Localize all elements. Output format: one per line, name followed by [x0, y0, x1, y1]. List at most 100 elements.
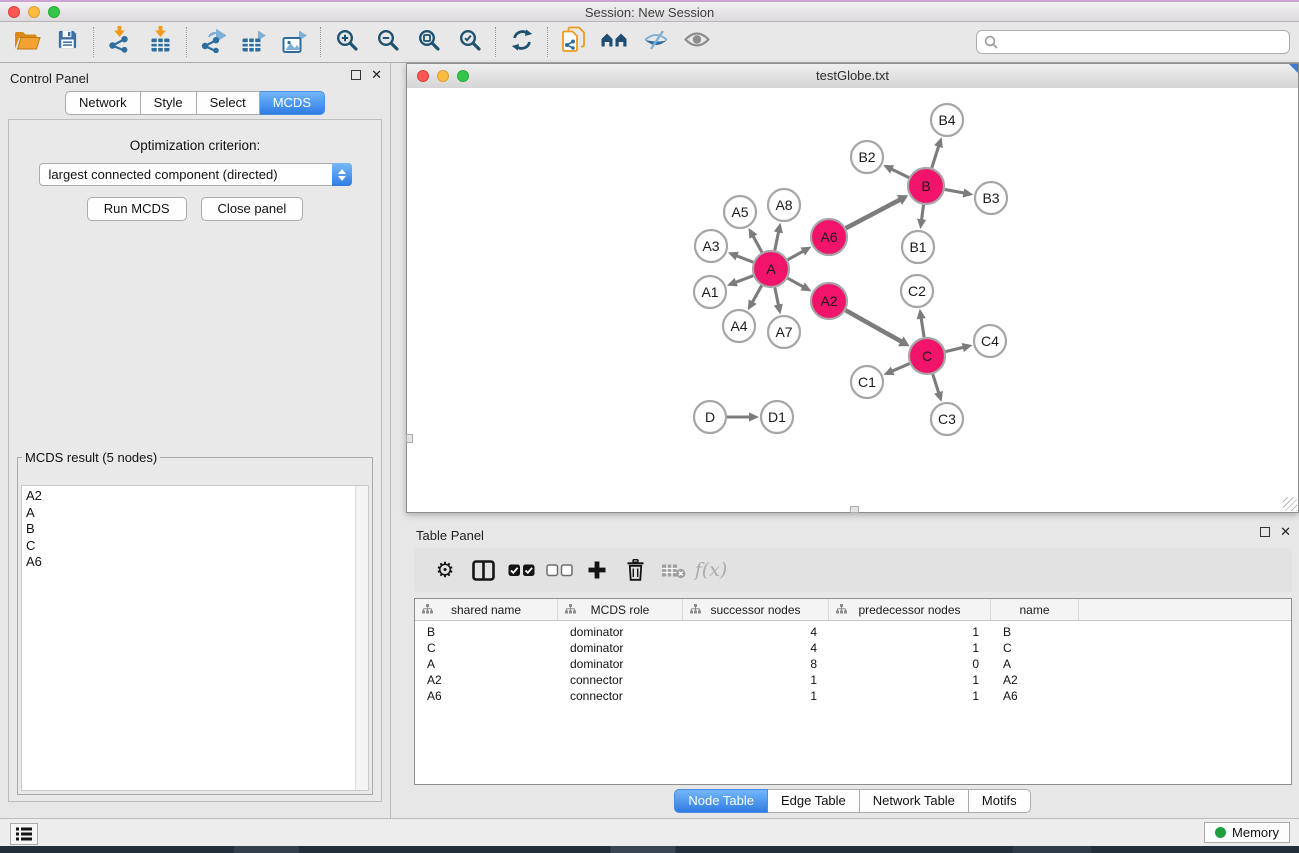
column-header-predecessor-nodes[interactable]: predecessor nodes — [829, 599, 991, 620]
cell[interactable]: dominator — [558, 657, 683, 671]
graph-node-A4[interactable]: A4 — [723, 310, 755, 342]
graph-edge-B-B3[interactable] — [945, 189, 966, 193]
graph-edge-A-A7[interactable] — [775, 288, 779, 307]
cell[interactable]: B — [991, 625, 1079, 639]
tab-node-table[interactable]: Node Table — [674, 789, 768, 813]
tab-style[interactable]: Style — [141, 91, 197, 115]
resize-grip-bottom[interactable] — [850, 506, 859, 513]
graph-edge-B-B2[interactable] — [890, 168, 909, 177]
cell[interactable]: 8 — [683, 657, 829, 671]
tab-motifs[interactable]: Motifs — [969, 789, 1031, 813]
graph-edge-C-C1[interactable] — [891, 364, 910, 372]
cell[interactable]: C — [415, 641, 558, 655]
network-canvas[interactable]: AA1A2A3A4A5A6A7A8BB1B2B3B4CC1C2C3C4DD1 — [407, 88, 1298, 512]
export-image-button[interactable] — [274, 25, 315, 59]
close-panel-button[interactable]: Close panel — [201, 197, 304, 221]
show-panel-button[interactable] — [676, 25, 717, 59]
table-row-c[interactable]: Cdominator41C — [415, 640, 1291, 656]
column-layout-button[interactable] — [464, 552, 502, 588]
graph-node-B2[interactable]: B2 — [851, 141, 883, 173]
cell[interactable]: 1 — [829, 625, 991, 639]
graph-edge-A-A3[interactable] — [735, 255, 753, 262]
delete-column-button[interactable] — [616, 552, 654, 588]
resize-grip-left[interactable] — [406, 434, 413, 443]
zoom-out-button[interactable] — [367, 25, 408, 59]
cell[interactable]: dominator — [558, 625, 683, 639]
graph-node-A5[interactable]: A5 — [724, 196, 756, 228]
graph-node-D1[interactable]: D1 — [761, 401, 793, 433]
float-panel-icon[interactable] — [351, 70, 361, 80]
mcds-result-item[interactable]: A6 — [26, 554, 368, 571]
save-session-button[interactable] — [47, 25, 88, 59]
add-column-button[interactable] — [578, 552, 616, 588]
mcds-result-item[interactable]: A — [26, 505, 368, 522]
table-row-a[interactable]: Adominator80A — [415, 656, 1291, 672]
network-window-titlebar[interactable]: testGlobe.txt — [407, 64, 1298, 89]
tab-network-table[interactable]: Network Table — [860, 789, 969, 813]
graph-edge-C-C3[interactable] — [933, 374, 939, 394]
zoom-selected-button[interactable] — [449, 25, 490, 59]
column-header-shared-name[interactable]: shared name — [415, 599, 558, 620]
graph-edge-B-B4[interactable] — [932, 145, 939, 168]
clone-network-style-button[interactable] — [553, 25, 594, 59]
cell[interactable]: connector — [558, 689, 683, 703]
hide-panel-button[interactable] — [635, 25, 676, 59]
column-header-mcds-role[interactable]: MCDS role — [558, 599, 683, 620]
graph-node-C[interactable]: C — [909, 338, 945, 374]
zoom-in-button[interactable] — [326, 25, 367, 59]
export-table-button[interactable] — [233, 25, 274, 59]
deselect-all-button[interactable] — [540, 552, 578, 588]
cell[interactable]: connector — [558, 673, 683, 687]
mcds-list-scrollbar[interactable] — [355, 486, 368, 790]
cell[interactable]: A — [991, 657, 1079, 671]
table-settings-button[interactable]: ⚙ — [426, 552, 464, 588]
graph-node-A7[interactable]: A7 — [768, 316, 800, 348]
cell[interactable]: 1 — [683, 673, 829, 687]
graph-node-A3[interactable]: A3 — [695, 230, 727, 262]
float-table-panel-icon[interactable] — [1260, 527, 1270, 537]
graph-node-A6[interactable]: A6 — [811, 219, 847, 255]
cell[interactable]: 0 — [829, 657, 991, 671]
close-table-panel-icon[interactable]: ✕ — [1280, 527, 1291, 537]
graph-edge-A-A5[interactable] — [752, 235, 762, 252]
cell[interactable]: 1 — [829, 641, 991, 655]
graph-edge-A2-C[interactable] — [846, 310, 903, 342]
export-network-button[interactable] — [192, 25, 233, 59]
table-row-a6[interactable]: A6connector11A6 — [415, 688, 1291, 704]
cell[interactable]: B — [415, 625, 558, 639]
cell[interactable]: A6 — [991, 689, 1079, 703]
graph-node-A1[interactable]: A1 — [694, 276, 726, 308]
graph-edge-A6-B[interactable] — [846, 199, 901, 228]
close-panel-icon[interactable]: ✕ — [371, 70, 382, 80]
refresh-button[interactable] — [501, 25, 542, 59]
graph-node-C2[interactable]: C2 — [901, 275, 933, 307]
graph-node-B3[interactable]: B3 — [975, 182, 1007, 214]
cell[interactable]: 4 — [683, 625, 829, 639]
criterion-dropdown[interactable]: largest connected component (directed) — [39, 163, 352, 186]
cell[interactable]: 4 — [683, 641, 829, 655]
graph-node-C1[interactable]: C1 — [851, 366, 883, 398]
graph-node-C3[interactable]: C3 — [931, 403, 963, 435]
run-mcds-button[interactable]: Run MCDS — [87, 197, 187, 221]
cell[interactable]: A — [415, 657, 558, 671]
cell[interactable]: dominator — [558, 641, 683, 655]
tab-network[interactable]: Network — [65, 91, 141, 115]
search-input[interactable] — [976, 30, 1290, 54]
column-header-successor-nodes[interactable]: successor nodes — [683, 599, 829, 620]
tab-edge-table[interactable]: Edge Table — [768, 789, 860, 813]
graph-node-A8[interactable]: A8 — [768, 189, 800, 221]
graph-edge-A-A6[interactable] — [788, 251, 805, 260]
home-button[interactable] — [594, 25, 635, 59]
memory-button[interactable]: Memory — [1204, 822, 1290, 843]
cell[interactable]: A2 — [415, 673, 558, 687]
graph-edge-B-B1[interactable] — [921, 205, 923, 221]
graph-edge-A-A1[interactable] — [734, 276, 753, 283]
zoom-fit-button[interactable] — [408, 25, 449, 59]
graph-node-B4[interactable]: B4 — [931, 104, 963, 136]
graph-node-A[interactable]: A — [753, 251, 789, 287]
graph-node-D[interactable]: D — [694, 401, 726, 433]
graph-edge-C-C2[interactable] — [921, 317, 924, 338]
graph-node-B[interactable]: B — [908, 168, 944, 204]
cell[interactable]: 1 — [829, 673, 991, 687]
resize-grip-corner[interactable] — [1283, 497, 1297, 511]
